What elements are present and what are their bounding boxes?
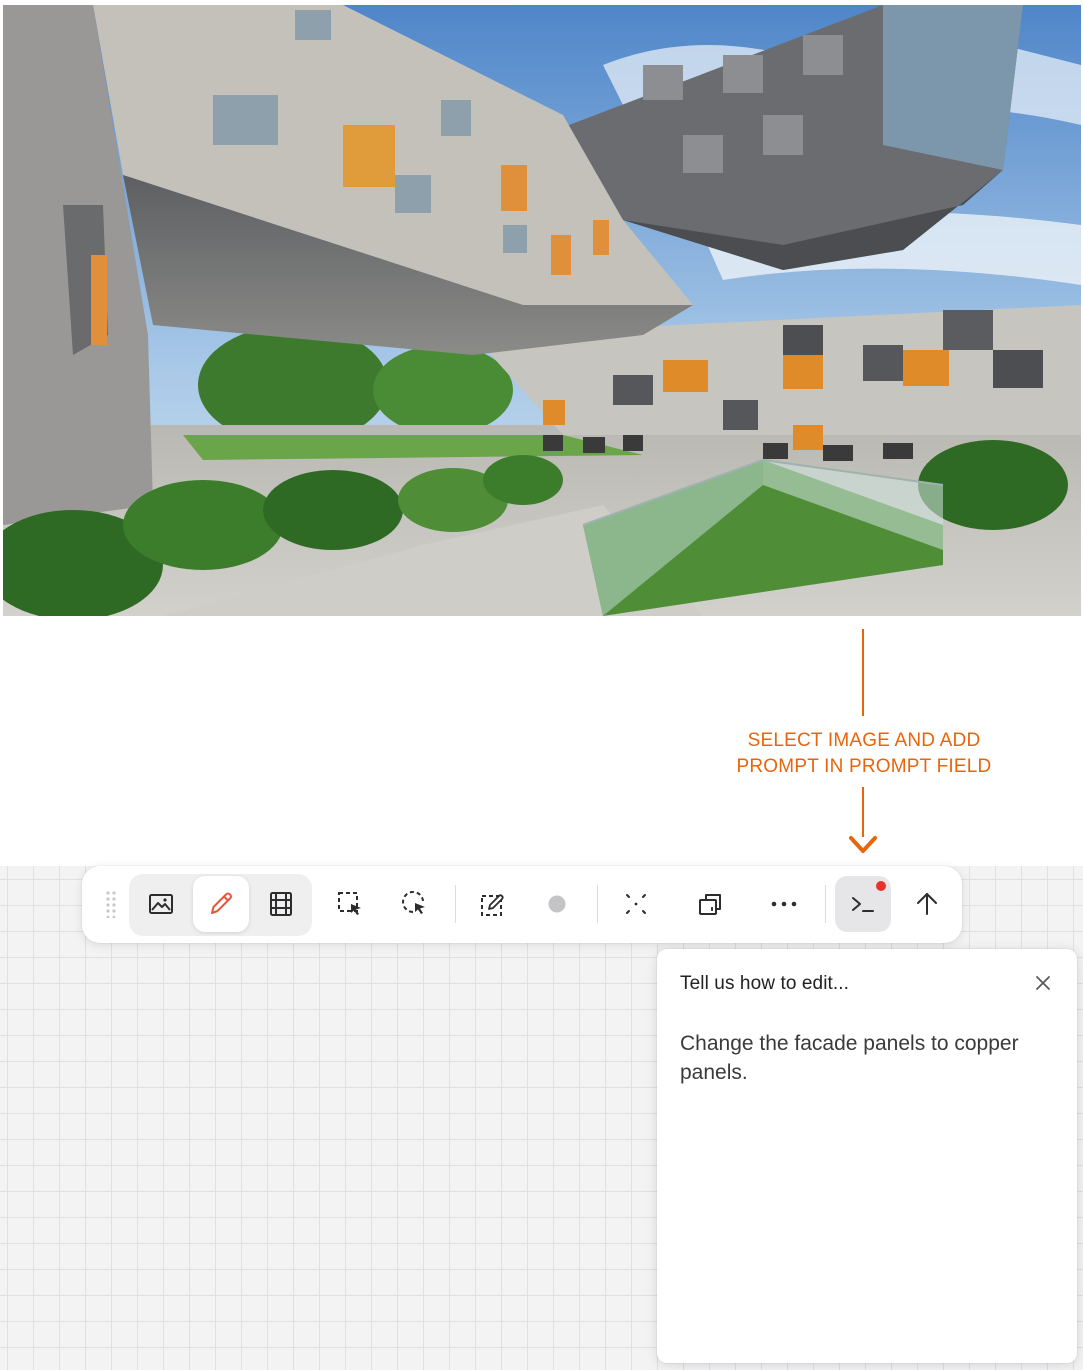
annotation-line-top bbox=[862, 629, 864, 716]
prompt-panel-title: Tell us how to edit... bbox=[680, 973, 850, 994]
toolbar-divider bbox=[597, 885, 598, 923]
annotation-line-2: PROMPT IN PROMPT FIELD bbox=[736, 756, 992, 777]
close-icon[interactable] bbox=[1034, 974, 1052, 992]
aspect-ratio-button[interactable] bbox=[682, 876, 738, 932]
prompt-terminal-icon bbox=[852, 897, 874, 912]
brush-size-button[interactable] bbox=[529, 876, 585, 932]
brush-dot-icon bbox=[548, 895, 566, 913]
video-mode-button[interactable] bbox=[253, 876, 309, 932]
editor-toolbar bbox=[82, 866, 962, 943]
more-icon bbox=[771, 901, 797, 907]
lasso-select-button[interactable] bbox=[387, 876, 443, 932]
crop-ratio-icon bbox=[699, 894, 721, 915]
expand-button[interactable] bbox=[608, 876, 664, 932]
image-icon bbox=[149, 894, 173, 914]
lasso-select-icon bbox=[402, 891, 425, 914]
image-mode-button[interactable] bbox=[133, 876, 189, 932]
prompt-input[interactable]: Change the facade panels to copper panel… bbox=[680, 1029, 1030, 1329]
submit-button[interactable] bbox=[899, 876, 955, 932]
toolbar-divider bbox=[825, 885, 826, 923]
draw-mode-button[interactable] bbox=[193, 876, 249, 932]
rect-select-button[interactable] bbox=[322, 876, 378, 932]
notification-dot bbox=[876, 881, 886, 891]
rect-select-icon bbox=[338, 892, 361, 915]
expand-icon bbox=[626, 894, 646, 914]
building-photo[interactable] bbox=[3, 5, 1081, 616]
upload-arrow-icon bbox=[917, 893, 937, 915]
annotation-arrow-icon bbox=[849, 836, 877, 853]
pencil-icon bbox=[211, 892, 232, 914]
annotation-line-1: SELECT IMAGE AND ADD bbox=[747, 730, 981, 751]
toolbar-divider bbox=[455, 885, 456, 923]
building-photo-illustration bbox=[3, 5, 1081, 616]
annotation-label: SELECT IMAGE AND ADD PROMPT IN PROMPT FI… bbox=[700, 728, 1028, 780]
prompt-panel: Tell us how to edit... Change the facade… bbox=[657, 949, 1077, 1363]
annotation-line-bottom bbox=[862, 787, 864, 837]
edit-region-icon bbox=[481, 894, 504, 916]
prompt-button[interactable] bbox=[835, 876, 891, 932]
more-options-button[interactable] bbox=[756, 876, 812, 932]
edit-region-button[interactable] bbox=[465, 876, 521, 932]
film-icon bbox=[270, 892, 292, 916]
drag-handle-icon[interactable] bbox=[106, 890, 116, 918]
